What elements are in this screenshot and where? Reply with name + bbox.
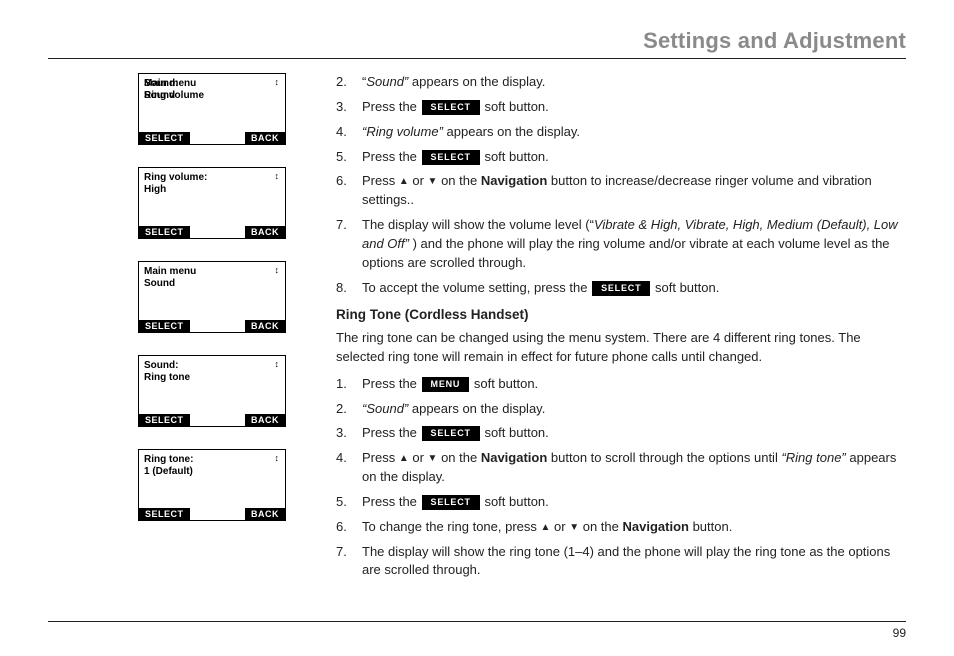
lcd-screen-3: Main menu Sound ↕ SELECT BACK [138,261,286,333]
step-b6: 6. To change the ring tone, press ▲ or ▼… [336,518,906,537]
step-b5: 5. Press the SELECT soft button. [336,493,906,512]
screen2-line1: Ring volume: [144,172,280,183]
up-arrow-icon: ▲ [399,176,409,187]
updown-icon: ↕ [275,172,280,181]
step-a8: 8. To accept the volume setting, press t… [336,279,906,298]
up-arrow-icon: ▲ [399,453,409,464]
back-softkey: BACK [245,414,285,426]
page-footer: 99 [48,621,906,640]
step-b4: 4. Press ▲ or ▼ on the Navigation button… [336,449,906,487]
select-softkey: SELECT [139,132,190,144]
screen-column: Main menu Sound: Sound Ring volume ↕ SEL… [48,73,308,586]
select-softkey: SELECT [139,226,190,238]
content: Main menu Sound: Sound Ring volume ↕ SEL… [48,73,906,586]
screen3-line2: Sound [144,278,280,289]
select-button-icon: SELECT [422,426,480,441]
steps-list-a: 2. “Sound” appears on the display. 3. Pr… [336,73,906,297]
step-a5: 5. Press the SELECT soft button. [336,148,906,167]
select-button-icon: SELECT [592,281,650,296]
step-b1: 1. Press the MENU soft button. [336,375,906,394]
select-softkey: SELECT [139,414,190,426]
step-b7: 7. The display will show the ring tone (… [336,543,906,581]
step-a4: 4. “Ring volume” appears on the display. [336,123,906,142]
page-title: Settings and Adjustment [48,28,906,59]
ring-tone-intro: The ring tone can be changed using the m… [336,329,906,367]
back-softkey: BACK [245,226,285,238]
menu-button-icon: MENU [422,377,470,392]
lcd-screen-1: Main menu Sound: Sound Ring volume ↕ SEL… [138,73,286,145]
text-column: 2. “Sound” appears on the display. 3. Pr… [336,73,906,586]
step-b3: 3. Press the SELECT soft button. [336,424,906,443]
screen4-line1: Sound: [144,360,280,371]
screen5-line2: 1 (Default) [144,466,280,477]
screen3-line1: Main menu [144,266,280,277]
step-b2: 2. “Sound” appears on the display. [336,400,906,419]
step-a6: 6. Press ▲ or ▼ on the Navigation button… [336,172,906,210]
lcd-screen-4: Sound: Ring tone ↕ SELECT BACK [138,355,286,427]
lcd-screen-5: Ring tone: 1 (Default) ↕ SELECT BACK [138,449,286,521]
down-arrow-icon: ▼ [428,176,438,187]
steps-list-b: 1. Press the MENU soft button. 2. “Sound… [336,375,906,581]
ring-tone-heading: Ring Tone (Cordless Handset) [336,305,906,325]
up-arrow-icon: ▲ [541,522,551,533]
step-a3: 3. Press the SELECT soft button. [336,98,906,117]
down-arrow-icon: ▼ [428,453,438,464]
updown-icon: ↕ [275,266,280,275]
screen2-line2: High [144,184,280,195]
down-arrow-icon: ▼ [569,522,579,533]
back-softkey: BACK [245,508,285,520]
select-softkey: SELECT [139,320,190,332]
step-a7: 7. The display will show the volume leve… [336,216,906,273]
select-softkey: SELECT [139,508,190,520]
back-softkey: BACK [245,132,285,144]
lcd-screen-2: Ring volume: High ↕ SELECT BACK [138,167,286,239]
updown-icon: ↕ [275,78,280,87]
updown-icon: ↕ [275,454,280,463]
page-number: 99 [893,626,906,640]
screen5-line1: Ring tone: [144,454,280,465]
step-a2: 2. “Sound” appears on the display. [336,73,906,92]
select-button-icon: SELECT [422,150,480,165]
screen1-ov2: Ring volume [144,90,204,101]
select-button-icon: SELECT [422,100,480,115]
screen1-ov1: Sound: [144,78,178,89]
back-softkey: BACK [245,320,285,332]
updown-icon: ↕ [275,360,280,369]
screen4-line2: Ring tone [144,372,280,383]
select-button-icon: SELECT [422,495,480,510]
